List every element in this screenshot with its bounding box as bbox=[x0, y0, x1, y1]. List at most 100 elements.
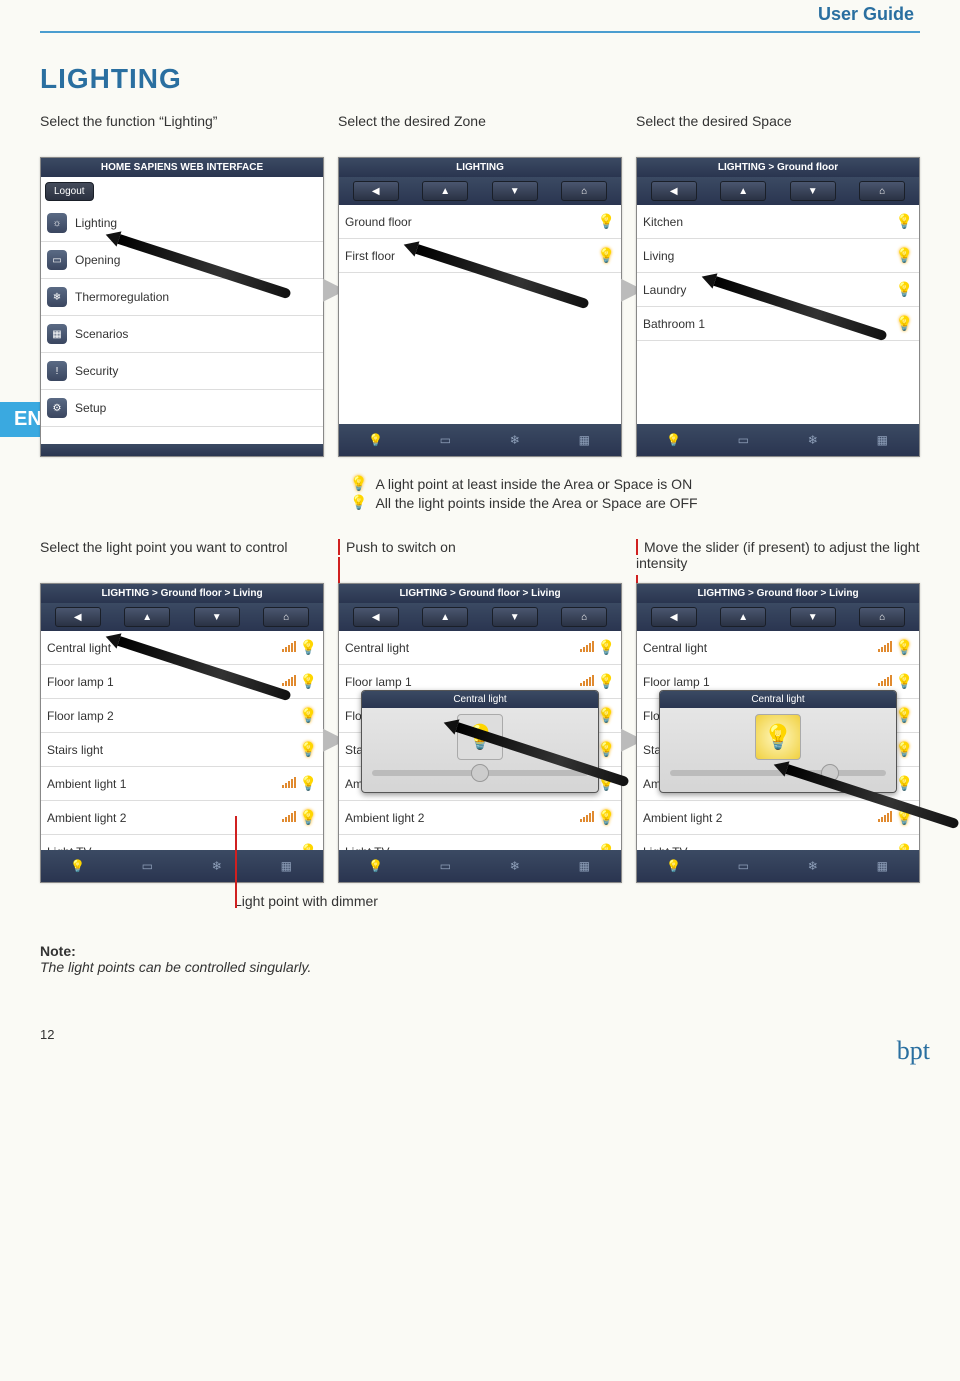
light-item[interactable]: Ambient light 2💡 bbox=[339, 801, 621, 835]
space-item-kitchen[interactable]: Kitchen💡 bbox=[637, 205, 919, 239]
nav-down-button[interactable]: ▼ bbox=[194, 607, 240, 627]
note-title: Note: bbox=[40, 943, 920, 959]
screen-lights-title: LIGHTING > Ground floor > Living bbox=[637, 584, 919, 603]
nav-up-button[interactable]: ▲ bbox=[124, 607, 170, 627]
caption-step5: Push to switch on bbox=[338, 539, 622, 577]
nav-back-button[interactable]: ◀ bbox=[651, 181, 697, 201]
screen-spaces: LIGHTING > Ground floor ◀ ▲ ▼ ⌂ Kitchen💡… bbox=[636, 157, 920, 457]
menu-item-lighting[interactable]: ☼Lighting bbox=[41, 205, 323, 242]
caption-step3: Select the desired Space bbox=[636, 113, 920, 151]
nav-home-button[interactable]: ⌂ bbox=[561, 181, 607, 201]
screen-lights-title: LIGHTING > Ground floor > Living bbox=[41, 584, 323, 603]
bottom-bulb-icon: 💡 bbox=[652, 856, 696, 876]
bpt-logo: bpt bbox=[897, 1036, 930, 1066]
menu-item-security[interactable]: !Security bbox=[41, 353, 323, 390]
caption-step4: Select the light point you want to contr… bbox=[40, 539, 324, 577]
bulb-off-icon: 💡 bbox=[598, 843, 615, 850]
opening-icon: ▭ bbox=[47, 250, 67, 270]
nav-up-button[interactable]: ▲ bbox=[720, 181, 766, 201]
screen-lights-title: LIGHTING > Ground floor > Living bbox=[339, 584, 621, 603]
nav-up-button[interactable]: ▲ bbox=[422, 607, 468, 627]
light-toggle-button[interactable]: 💡 bbox=[755, 714, 801, 760]
dimmer-bars-icon bbox=[579, 675, 594, 689]
section-title: LIGHTING bbox=[40, 63, 920, 95]
nav-back-button[interactable]: ◀ bbox=[651, 607, 697, 627]
space-item-living[interactable]: Living💡 bbox=[637, 239, 919, 273]
nav-down-button[interactable]: ▼ bbox=[790, 181, 836, 201]
dimmer-bars-icon bbox=[877, 641, 892, 655]
bulb-off-icon: 💡 bbox=[300, 775, 317, 792]
light-item[interactable]: Light TV💡 bbox=[41, 835, 323, 850]
security-icon: ! bbox=[47, 361, 67, 381]
light-item[interactable]: Central light💡 bbox=[339, 631, 621, 665]
screen-light-popup-off: LIGHTING > Ground floor > Living ◀ ▲ ▼ ⌂… bbox=[338, 583, 622, 883]
light-item[interactable]: Floor lamp 2💡 bbox=[41, 699, 323, 733]
light-popup: Central light 💡 bbox=[361, 690, 599, 793]
light-item[interactable]: Light TV💡 bbox=[637, 835, 919, 850]
menu-item-setup[interactable]: ⚙Setup bbox=[41, 390, 323, 427]
screen-lights-list: LIGHTING > Ground floor > Living ◀ ▲ ▼ ⌂… bbox=[40, 583, 324, 883]
bottom-window-icon: ▭ bbox=[423, 856, 467, 876]
bulb-off-icon: 💡 bbox=[300, 843, 317, 850]
dimmer-slider[interactable] bbox=[372, 770, 588, 776]
menu-item-thermo[interactable]: ❄Thermoregulation bbox=[41, 279, 323, 316]
note-body: The light points can be controlled singu… bbox=[40, 959, 920, 975]
caption-step6: Move the slider (if present) to adjust t… bbox=[636, 539, 920, 577]
bottom-window-icon: ▭ bbox=[721, 430, 765, 450]
bottom-scenario-icon: ▦ bbox=[860, 430, 904, 450]
light-item[interactable]: Light TV💡 bbox=[339, 835, 621, 850]
dimmer-bars-icon bbox=[877, 675, 892, 689]
bottom-bulb-icon: 💡 bbox=[56, 856, 100, 876]
bulb-off-icon: 💡 bbox=[300, 673, 317, 690]
dimmer-bars-icon bbox=[877, 811, 892, 825]
bulb-on-icon: 💡 bbox=[300, 809, 317, 826]
bulb-on-icon: 💡 bbox=[896, 247, 913, 264]
logout-button[interactable]: Logout bbox=[45, 182, 94, 201]
nav-back-button[interactable]: ◀ bbox=[353, 181, 399, 201]
nav-down-button[interactable]: ▼ bbox=[492, 181, 538, 201]
nav-back-button[interactable]: ◀ bbox=[55, 607, 101, 627]
bottom-bar bbox=[41, 444, 323, 456]
lighting-icon: ☼ bbox=[47, 213, 67, 233]
menu-item-scenarios[interactable]: ▦Scenarios bbox=[41, 316, 323, 353]
light-item[interactable]: Central light💡 bbox=[637, 631, 919, 665]
zone-item-ground[interactable]: Ground floor💡 bbox=[339, 205, 621, 239]
header-title: User Guide bbox=[40, 0, 920, 33]
nav-back-button[interactable]: ◀ bbox=[353, 607, 399, 627]
scenarios-icon: ▦ bbox=[47, 324, 67, 344]
dimmer-bars-icon bbox=[281, 777, 296, 791]
nav-down-button[interactable]: ▼ bbox=[492, 607, 538, 627]
nav-home-button[interactable]: ⌂ bbox=[859, 181, 905, 201]
nav-up-button[interactable]: ▲ bbox=[720, 607, 766, 627]
nav-home-button[interactable]: ⌂ bbox=[859, 607, 905, 627]
bottom-thermo-icon: ❄ bbox=[791, 856, 835, 876]
bulb-on-icon: 💡 bbox=[598, 707, 615, 724]
light-item[interactable]: Stairs light💡 bbox=[41, 733, 323, 767]
page-number: 12 bbox=[40, 1027, 920, 1042]
screen-light-popup-on: LIGHTING > Ground floor > Living ◀ ▲ ▼ ⌂… bbox=[636, 583, 920, 883]
legend: 💡A light point at least inside the Area … bbox=[350, 475, 920, 511]
bulb-off-icon: 💡 bbox=[896, 843, 913, 850]
screen-zones: LIGHTING ◀ ▲ ▼ ⌂ Ground floor💡 First flo… bbox=[338, 157, 622, 457]
light-item[interactable]: Ambient light 1💡 bbox=[41, 767, 323, 801]
bulb-on-icon: 💡 bbox=[896, 315, 913, 332]
bulb-off-icon: 💡 bbox=[598, 639, 615, 656]
dimmer-bars-icon bbox=[281, 811, 296, 825]
screen-zones-title: LIGHTING bbox=[339, 158, 621, 177]
nav-up-button[interactable]: ▲ bbox=[422, 181, 468, 201]
bulb-off-icon: 💡 bbox=[896, 281, 913, 298]
bulb-on-icon: 💡 bbox=[896, 639, 913, 656]
bottom-bulb-icon: 💡 bbox=[652, 430, 696, 450]
bottom-scenario-icon: ▦ bbox=[860, 856, 904, 876]
bottom-bulb-icon: 💡 bbox=[354, 856, 398, 876]
light-item[interactable]: Ambient light 2💡 bbox=[637, 801, 919, 835]
bottom-bulb-icon: 💡 bbox=[354, 430, 398, 450]
screen-home-title: HOME SAPIENS WEB INTERFACE bbox=[41, 158, 323, 177]
nav-home-button[interactable]: ⌂ bbox=[561, 607, 607, 627]
nav-down-button[interactable]: ▼ bbox=[790, 607, 836, 627]
nav-row: ◀ ▲ ▼ ⌂ bbox=[339, 177, 621, 205]
nav-home-button[interactable]: ⌂ bbox=[263, 607, 309, 627]
bulb-on-icon: 💡 bbox=[598, 809, 615, 826]
light-item[interactable]: Ambient light 2💡 bbox=[41, 801, 323, 835]
dimmer-caption: Light point with dimmer bbox=[234, 893, 920, 909]
